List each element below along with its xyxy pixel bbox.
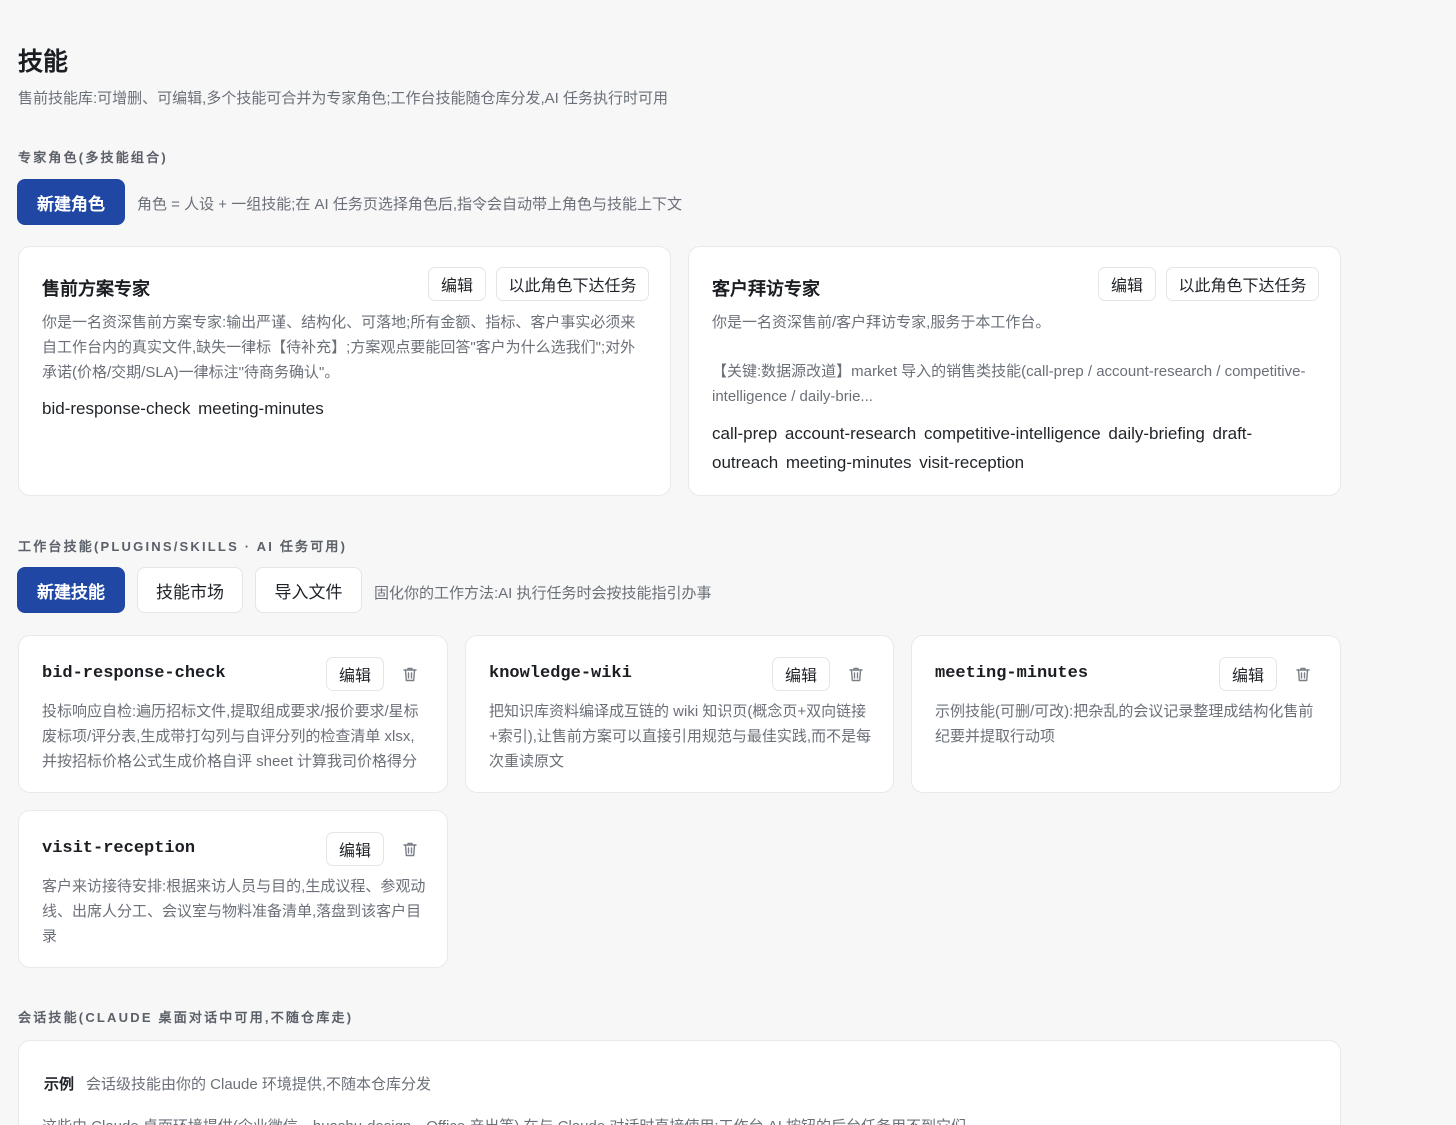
skill-market-button[interactable]: 技能市场 xyxy=(137,567,243,613)
edit-role-button[interactable]: 编辑 xyxy=(1098,267,1156,301)
skill-description: 客户来访接待安排:根据来访人员与目的,生成议程、参观动线、出席人分工、会议室与物… xyxy=(42,878,426,945)
skill-description: 把知识库资料编译成互链的 wiki 知识页(概念页+双向链接+索引),让售前方案… xyxy=(489,703,872,770)
example-hint: 会话级技能由你的 Claude 环境提供,不随本仓库分发 xyxy=(86,1076,432,1093)
edit-skill-button[interactable]: 编辑 xyxy=(326,832,384,866)
edit-skill-button[interactable]: 编辑 xyxy=(326,657,384,691)
roles-section-label: 专家角色(多技能组合) xyxy=(18,150,168,165)
page-title: 技能 xyxy=(18,48,69,76)
role-description: 你是一名资深售前/客户拜访专家,服务于本工作台。 xyxy=(712,314,1051,331)
assign-task-with-role-button[interactable]: 以此角色下达任务 xyxy=(496,267,649,301)
skill-card-visit-reception: visit-reception 编辑 客户来访接待安排:根据来访人员与目的,生成… xyxy=(18,810,448,968)
skill-name: bid-response-check xyxy=(42,664,226,683)
role-title: 客户拜访专家 xyxy=(712,279,820,299)
session-skills-card: 示例 会话级技能由你的 Claude 环境提供,不随本仓库分发 这些由 Clau… xyxy=(18,1040,1341,1125)
new-role-button[interactable]: 新建角色 xyxy=(17,179,125,225)
skill-description: 投标响应自检:遍历招标文件,提取组成要求/报价要求/星标废标项/评分表,生成带打… xyxy=(42,703,419,770)
edit-skill-button[interactable]: 编辑 xyxy=(772,657,830,691)
edit-role-button[interactable]: 编辑 xyxy=(428,267,486,301)
trash-icon[interactable] xyxy=(400,839,420,859)
trash-icon[interactable] xyxy=(400,664,420,684)
session-skills-description: 这些由 Claude 桌面环境提供(企业微信、huashu-design、Off… xyxy=(42,1115,966,1125)
skills-page: 技能 售前技能库:可增删、可编辑,多个技能可合并为专家角色;工作台技能随仓库分发… xyxy=(0,0,1456,1125)
roles-hint: 角色 = 人设 + 一组技能;在 AI 任务页选择角色后,指令会自动带上角色与技… xyxy=(137,196,683,213)
role-skills: bid-response-check meeting-minutes xyxy=(42,399,324,418)
assign-task-with-role-button[interactable]: 以此角色下达任务 xyxy=(1166,267,1319,301)
edit-skill-button[interactable]: 编辑 xyxy=(1219,657,1277,691)
trash-icon[interactable] xyxy=(846,664,866,684)
workspace-skills-hint: 固化你的工作方法:AI 执行任务时会按技能指引办事 xyxy=(374,585,712,602)
workspace-skills-section-label: 工作台技能(PLUGINS/SKILLS · AI 任务可用) xyxy=(18,539,348,554)
role-description-extra: 【关键:数据源改道】market 导入的销售类技能(call-prep / ac… xyxy=(712,363,1306,405)
role-skills: call-prep account-research competitive-i… xyxy=(712,424,1253,472)
role-description: 你是一名资深售前方案专家:输出严谨、结构化、可落地;所有金额、指标、客户事实必须… xyxy=(42,314,636,381)
import-file-button[interactable]: 导入文件 xyxy=(255,567,362,613)
trash-icon[interactable] xyxy=(1293,664,1313,684)
example-label: 示例 xyxy=(44,1076,75,1093)
skill-name: visit-reception xyxy=(42,839,196,858)
skill-description: 示例技能(可删/可改):把杂乱的会议记录整理成结构化售前纪要并提取行动项 xyxy=(935,703,1314,745)
role-card-client-visit: 客户拜访专家 编辑 以此角色下达任务 你是一名资深售前/客户拜访专家,服务于本工… xyxy=(688,246,1341,496)
skill-name: knowledge-wiki xyxy=(489,664,632,683)
new-skill-button[interactable]: 新建技能 xyxy=(17,567,125,613)
role-title: 售前方案专家 xyxy=(42,279,150,299)
page-subtitle: 售前技能库:可增删、可编辑,多个技能可合并为专家角色;工作台技能随仓库分发,AI… xyxy=(18,90,669,107)
skill-card-bid-response-check: bid-response-check 编辑 投标响应自检:遍历招标文件,提取组成… xyxy=(18,635,448,793)
skill-card-meeting-minutes: meeting-minutes 编辑 示例技能(可删/可改):把杂乱的会议记录整… xyxy=(911,635,1341,793)
session-skills-section-label: 会话技能(CLAUDE 桌面对话中可用,不随仓库走) xyxy=(18,1010,354,1025)
skill-card-knowledge-wiki: knowledge-wiki 编辑 把知识库资料编译成互链的 wiki 知识页(… xyxy=(465,635,894,793)
skill-name: meeting-minutes xyxy=(935,664,1089,683)
role-card-presales-solution: 售前方案专家 编辑 以此角色下达任务 你是一名资深售前方案专家:输出严谨、结构化… xyxy=(18,246,671,496)
